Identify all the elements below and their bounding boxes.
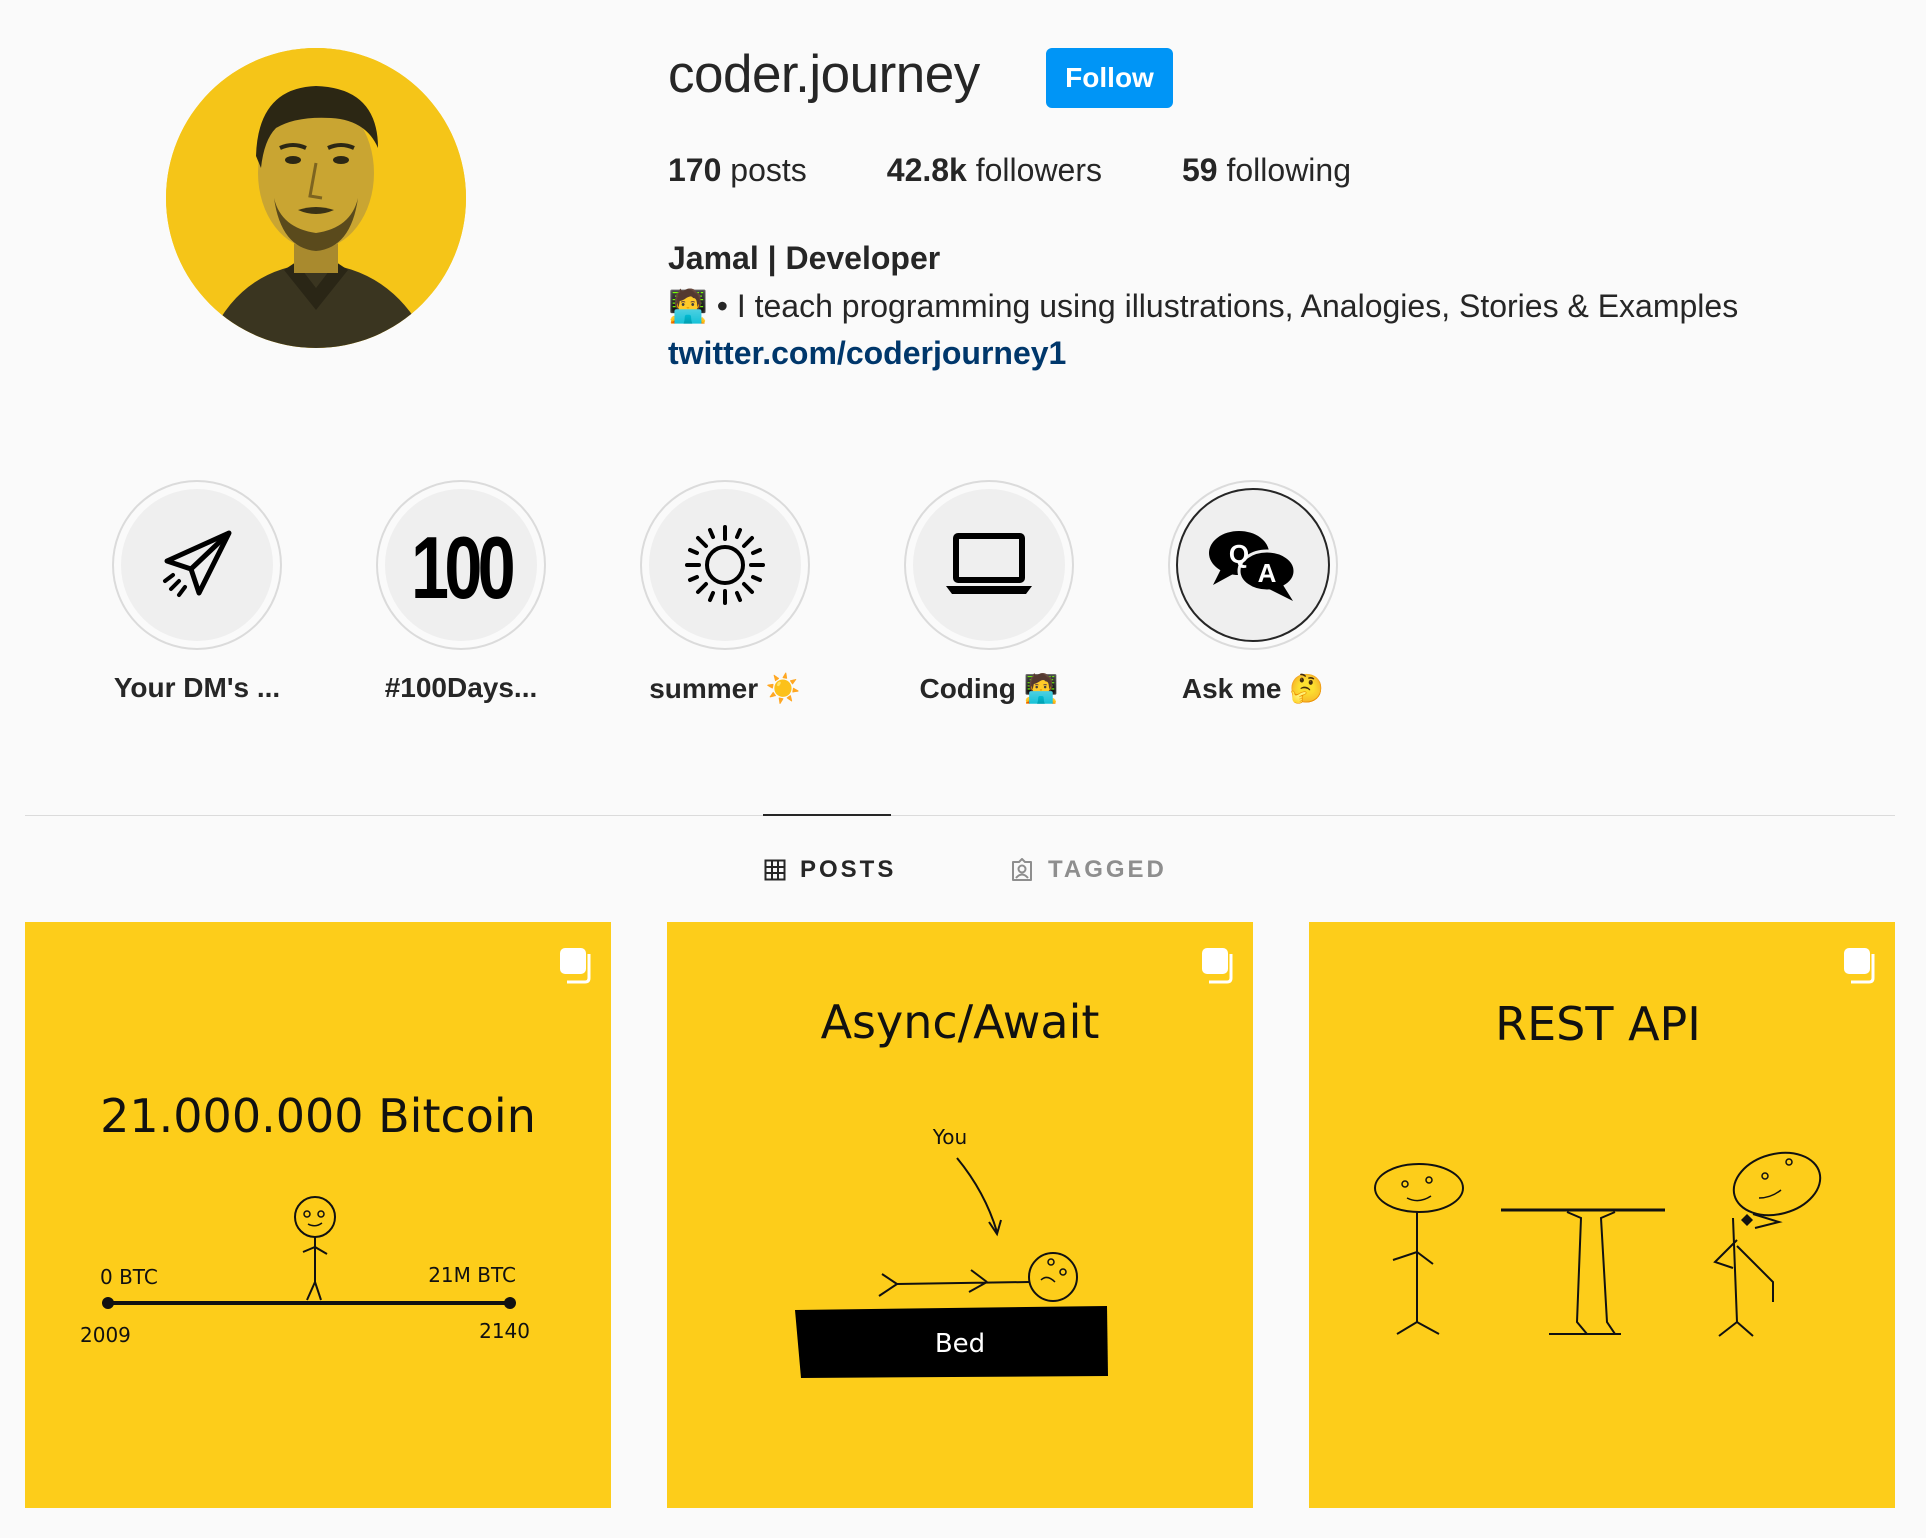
profile-username: coder.journey [668,45,980,104]
posts-count-stat: 170 posts [668,152,807,189]
highlight-ring [904,480,1074,650]
multiple-posts-icon [1844,948,1875,984]
highlight-label: Ask me 🤔 [1181,673,1325,704]
post-title: 21.000.000 Bitcoin [100,1089,536,1143]
avatar-portrait [166,48,466,348]
highlight-summer[interactable]: summer ☀️ [625,480,825,705]
timeline-right-label: 21M BTC [428,1263,516,1287]
100-icon: 100 [411,520,516,610]
followers-stat[interactable]: 42.8k followers [887,152,1102,189]
posts-label: posts [721,152,807,188]
tab-posts-label: POSTS [800,856,897,883]
multiple-posts-icon [1202,948,1233,984]
grid-icon [764,859,786,881]
post-bitcoin-illustration: 21.000.000 Bitcoin 0 BTC 21M BTC 2009 21… [80,948,591,1347]
highlight-100days[interactable]: 100 #100Days... [361,480,561,704]
profile-bio: 🧑‍💻 • I teach programming using illustra… [668,288,1739,324]
post-tile-rest-api[interactable]: REST API [1309,922,1895,1508]
tabs-divider [25,815,1895,816]
tab-tagged[interactable]: TAGGED [1010,856,1167,884]
followers-count: 42.8k [886,152,967,188]
timeline-left-label: 0 BTC [100,1265,158,1289]
posts-count: 170 [668,152,722,188]
laptop-icon [946,533,1032,594]
timeline-left-year: 2009 [80,1323,131,1347]
bed-label: Bed [935,1329,985,1359]
profile-link[interactable]: twitter.com/coderjourney1 [668,335,1066,372]
profile-avatar[interactable] [166,48,466,348]
profile-full-name: Jamal | Developer [668,240,941,276]
post-tile-bitcoin[interactable]: 21.000.000 Bitcoin 0 BTC 21M BTC 2009 21… [25,922,611,1508]
post-rest-illustration: REST API [1374,948,1875,1337]
follow-button[interactable]: Follow [1046,48,1173,108]
tab-tagged-label: TAGGED [1048,856,1167,883]
highlight-label: #100Days... [384,672,538,703]
tab-posts[interactable]: POSTS [764,856,896,884]
highlight-label: Your DM's ... [113,672,281,703]
paper-plane-icon [163,530,232,597]
svg-text:100: 100 [411,520,513,610]
active-tab-indicator [763,814,891,816]
highlight-coding[interactable]: Coding 🧑‍💻 [889,480,1089,705]
qa-chat-icon: Q A [1209,531,1297,601]
highlight-label: Coding 🧑‍💻 [919,673,1059,704]
pointer-label: You [932,1125,967,1149]
svg-text:A: A [1258,558,1277,588]
following-count: 59 [1182,152,1218,188]
following-stat[interactable]: 59 following [1182,152,1351,189]
highlight-ask-me[interactable]: Q A Ask me 🤔 [1153,480,1353,705]
post-title: REST API [1495,997,1701,1051]
highlight-your-dms[interactable]: Your DM's ... [97,480,297,704]
timeline-right-year: 2140 [479,1319,530,1343]
post-async-illustration: Async/Await You Bed [795,948,1233,1378]
post-title: Async/Await [821,995,1100,1049]
highlight-ring: 100 [376,480,546,650]
sun-icon [685,525,765,605]
highlight-label: summer ☀️ [649,673,801,704]
svg-text:Q: Q [1229,539,1249,569]
post-tile-async-await[interactable]: Async/Await You Bed [667,922,1253,1508]
followers-label: followers [966,152,1102,188]
following-label: following [1217,152,1351,188]
highlight-ring: Q A [1168,480,1338,650]
tagged-icon [1012,858,1032,881]
multiple-posts-icon [560,948,591,984]
highlight-ring [112,480,282,650]
highlight-ring [640,480,810,650]
profile-stats: 170 posts 42.8k followers 59 following [668,152,1431,189]
